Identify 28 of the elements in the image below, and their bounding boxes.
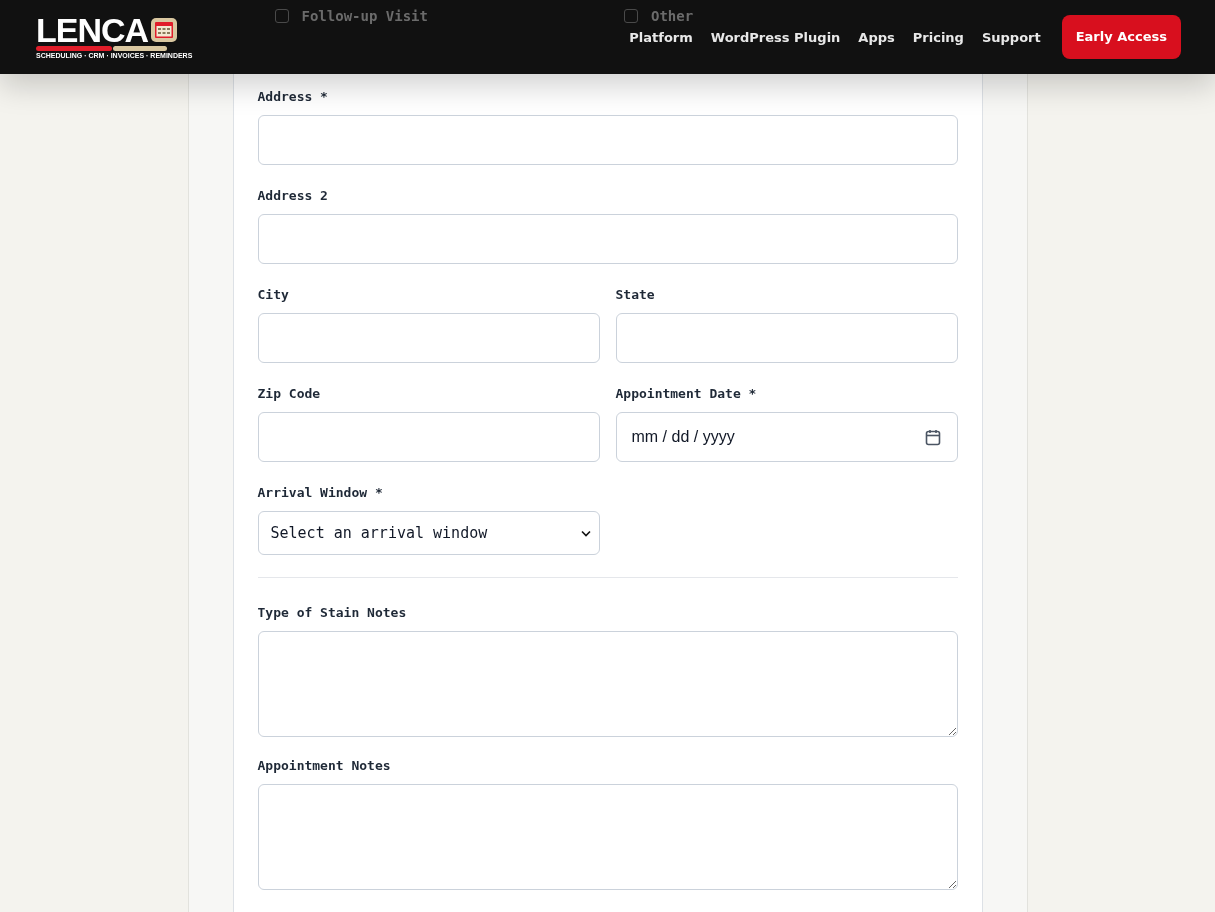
chevron-down-icon <box>580 529 591 537</box>
field-label: City <box>257 286 290 304</box>
nav-link[interactable]: Platform <box>629 28 693 48</box>
text-field[interactable] <box>615 313 958 363</box>
text-field[interactable] <box>257 313 600 363</box>
nav-link[interactable]: Pricing <box>912 28 964 48</box>
checkbox-label: Follow-up Visit <box>301 7 428 26</box>
early-access-button[interactable]: Early Access <box>1061 15 1181 59</box>
field-label: Address * <box>257 88 329 106</box>
checkbox-label: Other <box>651 7 694 26</box>
field-label: State <box>615 286 656 304</box>
field-label: Zip Code <box>257 385 322 403</box>
text-area[interactable] <box>257 784 958 890</box>
text-field[interactable] <box>257 214 958 264</box>
text-field[interactable] <box>257 412 600 462</box>
text-field[interactable] <box>257 115 958 165</box>
field-label: Appointment Date * <box>615 385 758 403</box>
field-label: Type of Stain Notes <box>257 604 408 622</box>
select-field[interactable]: Select an arrival window <box>257 511 600 555</box>
calendar-icon[interactable] <box>924 428 941 446</box>
field-label: Appointment Notes <box>257 757 392 775</box>
nav-link[interactable]: WordPress Plugin <box>710 28 841 48</box>
field-label: Address 2 <box>257 187 329 205</box>
nav-link[interactable]: Apps <box>858 28 895 48</box>
nav-link[interactable]: Support <box>981 28 1041 48</box>
date-field[interactable]: mm / dd / yyyy <box>615 412 958 462</box>
text-area[interactable] <box>257 631 958 737</box>
field-label: Arrival Window * <box>257 484 384 502</box>
